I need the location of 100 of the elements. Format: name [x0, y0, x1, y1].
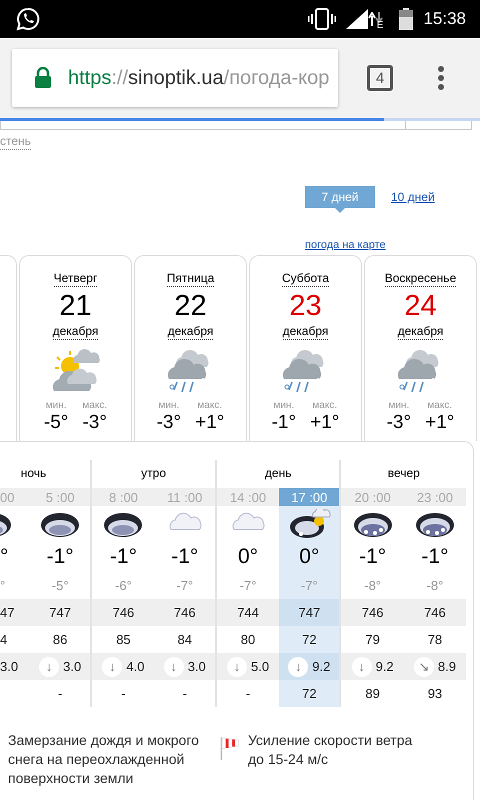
temperature: -1° — [110, 545, 137, 569]
chat-app-icon — [16, 7, 40, 31]
network-type: E — [376, 21, 384, 31]
min-label: мин. — [158, 400, 180, 412]
city-link[interactable]: стень — [0, 134, 31, 150]
lock-icon — [34, 67, 52, 89]
pressure-value: 744 — [237, 605, 259, 620]
temperature: -1° — [421, 545, 448, 569]
range-tab[interactable]: 7 дней — [305, 186, 375, 213]
wind-speed: 3.0 — [188, 659, 206, 674]
temperature: -1° — [359, 545, 386, 569]
max-temperature: +1° — [310, 412, 340, 434]
temperature: ° — [0, 545, 8, 569]
humidity-value: 86 — [52, 632, 68, 647]
pressure-value: 746 — [424, 605, 446, 620]
min-temperature: -3° — [156, 412, 182, 434]
pressure-value: 746 — [362, 605, 384, 620]
month: декабря — [282, 324, 328, 340]
max-label: макс. — [427, 400, 452, 412]
precip-chance: 89 — [365, 686, 380, 701]
temperature: -1° — [46, 545, 74, 569]
precip-chance: - — [58, 686, 62, 701]
precip-chance: 72 — [302, 686, 317, 701]
period-label: вечер — [386, 465, 421, 482]
feels-like: -8° — [364, 578, 382, 592]
month: декабря — [52, 324, 98, 340]
pressure-value: 747 — [49, 605, 71, 620]
humidity-value: 85 — [116, 632, 131, 647]
pressure-value: 746 — [112, 605, 134, 620]
max-label: макс. — [82, 400, 108, 412]
precip-chance: - — [182, 686, 187, 701]
max-temperature: +1° — [425, 412, 454, 434]
battery-icon — [399, 8, 414, 30]
min-temperature: -5° — [44, 412, 68, 434]
min-label: мин. — [46, 400, 67, 412]
humidity-value: 78 — [428, 632, 442, 647]
pressure-value: 746 — [174, 605, 196, 620]
signal-icon — [346, 9, 368, 29]
range-tab[interactable]: 10 дней — [391, 186, 435, 208]
data-arrows-icon — [368, 12, 384, 26]
min-temperature: -3° — [386, 412, 412, 434]
address-bar[interactable]: https://sinoptik.ua/погода-кор — [12, 49, 338, 107]
date: 23 — [289, 289, 322, 323]
date: 22 — [174, 289, 207, 323]
min-temperature: -1° — [272, 412, 296, 434]
alert-text: Замерзание дождя и мокрого снега на переохлажденной поверхности земли — [8, 731, 200, 788]
temperature: -1° — [171, 545, 198, 569]
feels-like: -7° — [240, 578, 256, 592]
day-card[interactable] — [0, 255, 17, 441]
humidity-value: 72 — [302, 632, 317, 647]
month: декабря — [398, 324, 444, 340]
search-field[interactable] — [0, 121, 472, 130]
clock-time: 15:38 — [423, 9, 466, 29]
feels-like: -7° — [300, 578, 318, 592]
wind-speed: 4.0 — [126, 659, 144, 674]
day-card[interactable]: Суббота 23 декабря мин. -1° макс. +1° — [249, 255, 362, 441]
humidity-value: 84 — [178, 632, 192, 647]
temperature: 0° — [299, 545, 320, 569]
map-link[interactable]: погода на карте — [305, 239, 386, 251]
precip-chance: 93 — [428, 686, 442, 701]
wind-speed: 3.0 — [0, 659, 18, 674]
feels-like: ° — [0, 578, 6, 592]
weekday: Четверг — [54, 271, 98, 287]
min-label: мин. — [273, 400, 294, 412]
humidity-value: 79 — [365, 632, 380, 647]
pressure-value: 47 — [0, 605, 14, 620]
precip-chance: - — [246, 686, 250, 701]
humidity-value: 4 — [0, 632, 8, 647]
wind-speed: 9.2 — [376, 659, 394, 674]
max-temperature: +1° — [195, 412, 224, 434]
wind-speed: 8.9 — [438, 659, 456, 674]
wind-speed: 3.0 — [63, 659, 82, 674]
max-label: макс. — [312, 400, 338, 412]
max-label: макс. — [197, 400, 222, 412]
min-label: мин. — [388, 400, 410, 412]
alert-text: Усиление скорости ветра до 15-24 м/с — [248, 731, 414, 769]
precip-chance: - — [121, 686, 126, 701]
month: декабря — [168, 324, 214, 340]
feels-like: -6° — [115, 578, 132, 592]
date: 24 — [404, 289, 437, 323]
cloud-sun-snow-icon — [287, 508, 332, 540]
day-card[interactable]: Четверг 21 декабря мин. -5° макс. -3° — [19, 255, 132, 441]
humidity-value: 80 — [240, 632, 256, 647]
wind-speed: 9.2 — [312, 659, 330, 674]
weekday: Пятница — [166, 271, 214, 287]
wind-speed: 5.0 — [251, 659, 270, 674]
temperature: 0° — [238, 545, 258, 569]
feels-like: -5° — [52, 578, 69, 592]
menu-icon[interactable] — [437, 65, 445, 91]
vibrate-icon — [308, 8, 336, 30]
feels-like: -8° — [426, 578, 444, 592]
date: 21 — [59, 289, 92, 323]
pressure-value: 747 — [298, 605, 320, 620]
weekday: Воскресенье — [384, 271, 456, 287]
max-temperature: -3° — [82, 412, 107, 434]
feels-like: -7° — [176, 578, 194, 592]
tab-count-button[interactable]: 4 — [367, 65, 393, 91]
day-card[interactable]: Пятница 22 декабря мин. -3° макс. +1° — [134, 255, 247, 441]
day-card[interactable]: Воскресенье 24 декабря мин. -3° макс. +1° — [364, 255, 477, 441]
weekday: Суббота — [282, 271, 329, 287]
